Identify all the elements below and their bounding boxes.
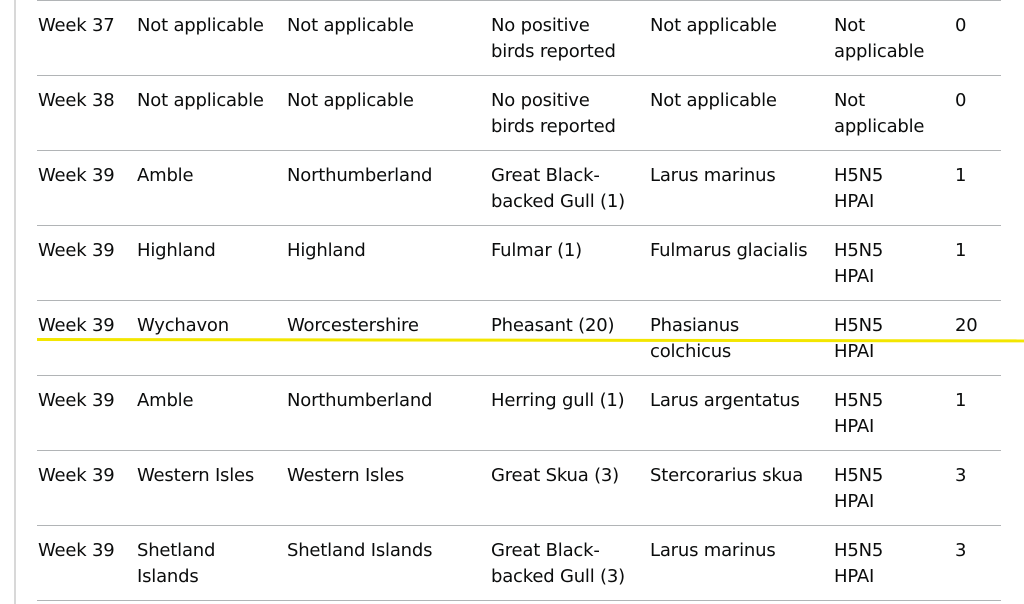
cell-location: Highland xyxy=(137,240,216,261)
cell-county: Worcestershire xyxy=(287,315,419,336)
cell-week: Week 38 xyxy=(38,90,115,111)
cell-week: Week 39 xyxy=(38,390,115,411)
table-row: Week 39 Western Isles Western Isles Great S… xyxy=(37,450,1001,525)
cell-latin-name: Not applicable xyxy=(650,90,777,111)
cell-location: Amble xyxy=(137,165,194,186)
cell-species-count: Fulmar (1) xyxy=(491,240,582,261)
cell-number-affected: 0 xyxy=(955,15,967,36)
cell-species-count: Herring gull (1) xyxy=(491,390,625,411)
cell-number-affected: 3 xyxy=(955,465,967,486)
cell-county: Northumberland xyxy=(287,390,433,411)
cell-species-count: Great Black- backed Gull (1) xyxy=(491,165,625,212)
cell-number-affected: 20 xyxy=(955,315,978,336)
cell-species-count: Great Skua (3) xyxy=(491,465,619,486)
cell-strain: H5N5 HPAI xyxy=(834,240,884,287)
cell-location: Amble xyxy=(137,390,194,411)
cell-location: Not applicable xyxy=(137,15,264,36)
cell-county: Shetland Islands xyxy=(287,540,433,561)
cell-latin-name: Stercorarius skua xyxy=(650,465,804,486)
cell-week: Week 39 xyxy=(38,315,115,336)
cell-strain: H5N5 HPAI xyxy=(834,390,884,437)
cell-county: Not applicable xyxy=(287,15,414,36)
cell-county: Western Isles xyxy=(287,465,405,486)
cell-number-affected: 0 xyxy=(955,90,967,111)
cell-strain: Not applicable xyxy=(834,15,925,62)
cell-week: Week 39 xyxy=(38,540,115,561)
page-left-border xyxy=(14,0,16,604)
cell-number-affected: 1 xyxy=(955,165,967,186)
table-row: Week 39 Shetland Islands Shetland Islands G… xyxy=(37,525,1001,601)
cell-location: Wychavon xyxy=(137,315,229,336)
cell-latin-name: Larus marinus xyxy=(650,165,776,186)
table-row: Week 39 Highland Highland Fulmar (1) Fulmaru… xyxy=(37,225,1001,300)
cell-location: Western Isles xyxy=(137,465,255,486)
cell-latin-name: Not applicable xyxy=(650,15,777,36)
cell-county: Highland xyxy=(287,240,366,261)
table-row: Week 38 Not applicable Not applicable No po… xyxy=(37,75,1001,150)
cell-species-count: Great Black- backed Gull (3) xyxy=(491,540,625,587)
cell-species-count: Pheasant (20) xyxy=(491,315,615,336)
cell-species-count: No positive birds reported xyxy=(491,90,616,137)
cell-strain: H5N5 HPAI xyxy=(834,465,884,512)
cell-strain: H5N5 HPAI xyxy=(834,540,884,587)
cell-number-affected: 3 xyxy=(955,540,967,561)
cell-number-affected: 1 xyxy=(955,240,967,261)
cell-latin-name: Fulmarus glacialis xyxy=(650,240,808,261)
bird-flu-findings-table: Week 37 Not applicable Not applicable No po… xyxy=(37,0,1001,601)
cell-week: Week 39 xyxy=(38,465,115,486)
cell-latin-name: Larus marinus xyxy=(650,540,776,561)
cell-location: Not applicable xyxy=(137,90,264,111)
table-row: Week 39 Amble Northumberland Great Black- b… xyxy=(37,150,1001,225)
table-row: Week 39 Amble Northumberland Herring gull (… xyxy=(37,375,1001,450)
cell-week: Week 39 xyxy=(38,240,115,261)
cell-strain: H5N5 HPAI xyxy=(834,165,884,212)
cell-week: Week 37 xyxy=(38,15,115,36)
cell-strain: Not applicable xyxy=(834,90,925,137)
cell-county: Northumberland xyxy=(287,165,433,186)
cell-county: Not applicable xyxy=(287,90,414,111)
cell-week: Week 39 xyxy=(38,165,115,186)
cell-latin-name: Larus argentatus xyxy=(650,390,800,411)
cell-species-count: No positive birds reported xyxy=(491,15,616,62)
table-row: Week 37 Not applicable Not applicable No po… xyxy=(37,0,1001,75)
cell-number-affected: 1 xyxy=(955,390,967,411)
cell-location: Shetland Islands xyxy=(137,540,216,587)
